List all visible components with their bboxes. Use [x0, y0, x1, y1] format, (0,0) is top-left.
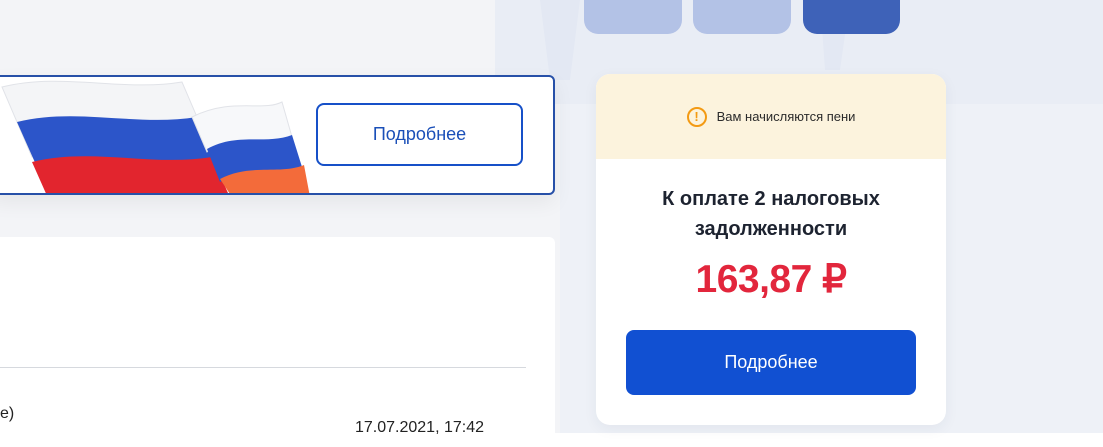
header-action-button-1[interactable]	[584, 0, 682, 34]
promo-banner: Подробнее	[0, 75, 555, 195]
debt-title: К оплате 2 налоговых задолженности	[662, 188, 880, 240]
notifications-card: е) 17.07.2021, 17:42	[0, 237, 555, 447]
header-action-button-3[interactable]	[803, 0, 900, 34]
penalty-warning: ! Вам начисляются пени	[596, 74, 946, 159]
banner-more-button[interactable]: Подробнее	[316, 103, 523, 166]
list-divider	[0, 367, 526, 368]
list-item-date: 17.07.2021, 17:42	[355, 419, 485, 436]
exclamation-circle-icon: !	[686, 106, 707, 127]
header-action-button-2[interactable]	[693, 0, 791, 34]
debt-details-button[interactable]: Подробнее	[626, 330, 916, 395]
russian-flag-illustration	[1, 80, 310, 193]
warning-text: Вам начисляются пени	[716, 109, 856, 124]
debt-amount: 163,87 ₽	[695, 258, 847, 301]
tax-debt-card: ! Вам начисляются пени К оплате 2 налого…	[596, 74, 946, 425]
list-item-text: е)	[0, 405, 15, 422]
